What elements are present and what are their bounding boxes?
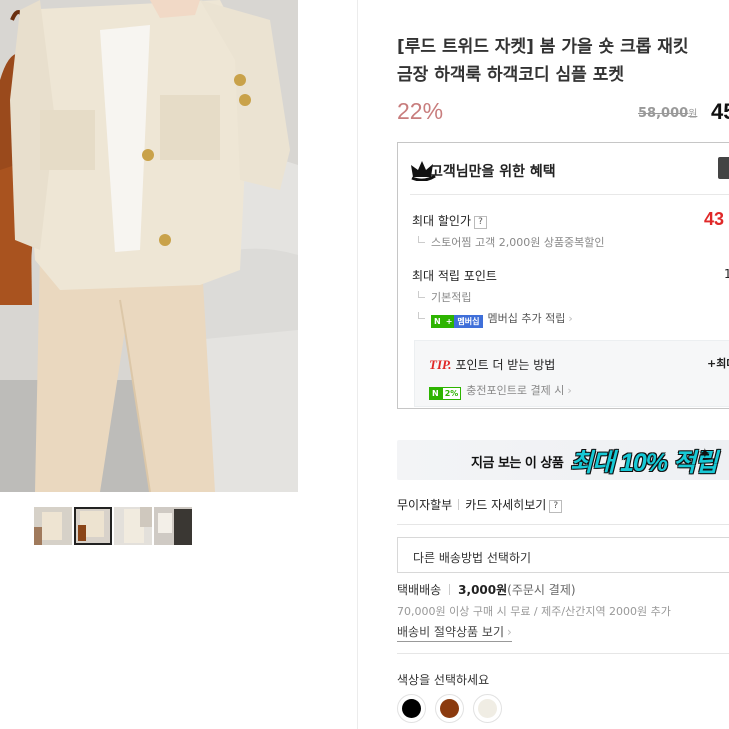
thumbnail-4[interactable]	[154, 507, 192, 545]
thumbnail-3[interactable]	[114, 507, 152, 545]
store-coupon-line: 스토어찜 고객 2,000원 상품중복할인	[418, 234, 605, 250]
sparkle-icon: ✦	[699, 446, 711, 462]
color-swatches	[397, 694, 502, 723]
divider	[458, 499, 460, 510]
product-title-line2: 금장 하객룩 하객코디 심플 포켓	[397, 65, 624, 85]
divider	[397, 524, 729, 525]
promo-banner[interactable]: 지금 보는 이 상품 최대 10% 적립 ✦	[397, 440, 729, 480]
tip-box: TIP.포인트 더 받는 방법 +최대 N2%충전포인트로 결제 시›	[414, 340, 729, 407]
panel-divider	[357, 0, 358, 729]
card-detail-link[interactable]: 카드 자세히보기	[465, 498, 546, 512]
tip-title: TIP. 포인트 더 받는 방법	[429, 357, 556, 372]
sale-price: 45	[711, 99, 729, 124]
main-product-image[interactable]	[0, 0, 298, 492]
basic-points-line: 기본적립	[418, 289, 471, 305]
thumbnail-1[interactable]	[34, 507, 72, 545]
shipping-fee: 3,000원	[458, 583, 508, 597]
charge-badge-icon: N 2%	[429, 387, 462, 400]
divider	[410, 194, 729, 195]
max-discount-row: 최대 할인가?	[412, 212, 488, 229]
charge-points-line[interactable]: N 2% 충전포인트로 결제 시 ›	[429, 382, 572, 400]
color-swatch-black[interactable]	[397, 694, 426, 723]
chevron-right-icon: ›	[507, 625, 512, 639]
chevron-right-icon: ›	[567, 384, 572, 397]
indent-elbow-icon	[418, 312, 425, 319]
indent-elbow-icon	[418, 291, 425, 298]
price-row: 22% 58,000원 45	[397, 98, 729, 128]
max-points-label: 최대 적립 포인트	[412, 269, 497, 283]
benefit-box: 고객님만을 위한 혜택 최대 할인가? 43 스토어찜 고객 2,000원 상품…	[397, 142, 729, 409]
color-swatch-ivory[interactable]	[473, 694, 502, 723]
membership-badge-icon: N + 멤버십	[431, 315, 483, 328]
discount-rate: 22%	[397, 98, 444, 124]
max-discount-value: 43	[704, 209, 725, 229]
help-icon[interactable]: ?	[474, 216, 488, 229]
chevron-right-icon: ›	[568, 312, 573, 325]
max-points-value: 1	[724, 267, 729, 281]
tweed-jacket-photo	[0, 0, 298, 492]
promo-text-b: 최대 10% 적립	[570, 449, 718, 477]
color-option-label: 색상을 선택하세요	[397, 673, 490, 687]
product-title: [루드 트위드 자켓] 봄 가을 숏 크롭 재킷 금장 하객룩 하객코디 심플 …	[397, 33, 729, 89]
thumbnail-2[interactable]	[74, 507, 112, 545]
installment-label: 무이자할부	[397, 498, 453, 512]
shipping-fee-note: (주문시 결제)	[507, 583, 576, 597]
indent-elbow-icon	[418, 236, 425, 243]
promo-text-a: 지금 보는 이 상품	[471, 456, 564, 471]
card-row: 무이자할부 카드 자세히보기?	[397, 496, 563, 513]
benefit-toggle-button[interactable]	[718, 157, 729, 179]
shipping-line: 택배배송 3,000원(주문시 결제)	[397, 581, 576, 598]
shipping-saver-link[interactable]: 배송비 절약상품 보기 ›	[397, 623, 512, 642]
divider	[397, 653, 729, 654]
help-icon[interactable]: ?	[549, 500, 563, 513]
divider	[449, 584, 451, 595]
membership-points-line[interactable]: N + 멤버십 멤버십 추가 적립 ›	[418, 310, 573, 328]
tip-more-value: +최대	[707, 357, 729, 370]
product-title-line1: [루드 트위드 자켓] 봄 가을 숏 크롭 재킷	[397, 37, 689, 57]
original-price: 58,000원	[638, 106, 698, 121]
shipping-method: 택배배송	[397, 583, 442, 597]
thumbnail-strip	[34, 507, 192, 545]
benefit-title: 고객님만을 위한 혜택	[430, 164, 556, 180]
color-swatch-brown[interactable]	[435, 694, 464, 723]
free-shipping-note: 70,000원 이상 구매 시 무료 / 제주/산간지역 2000원 추가	[397, 605, 671, 618]
benefit-header: 고객님만을 위한 혜택	[410, 157, 729, 181]
shipping-method-select[interactable]: 다른 배송방법 선택하기	[397, 537, 729, 573]
